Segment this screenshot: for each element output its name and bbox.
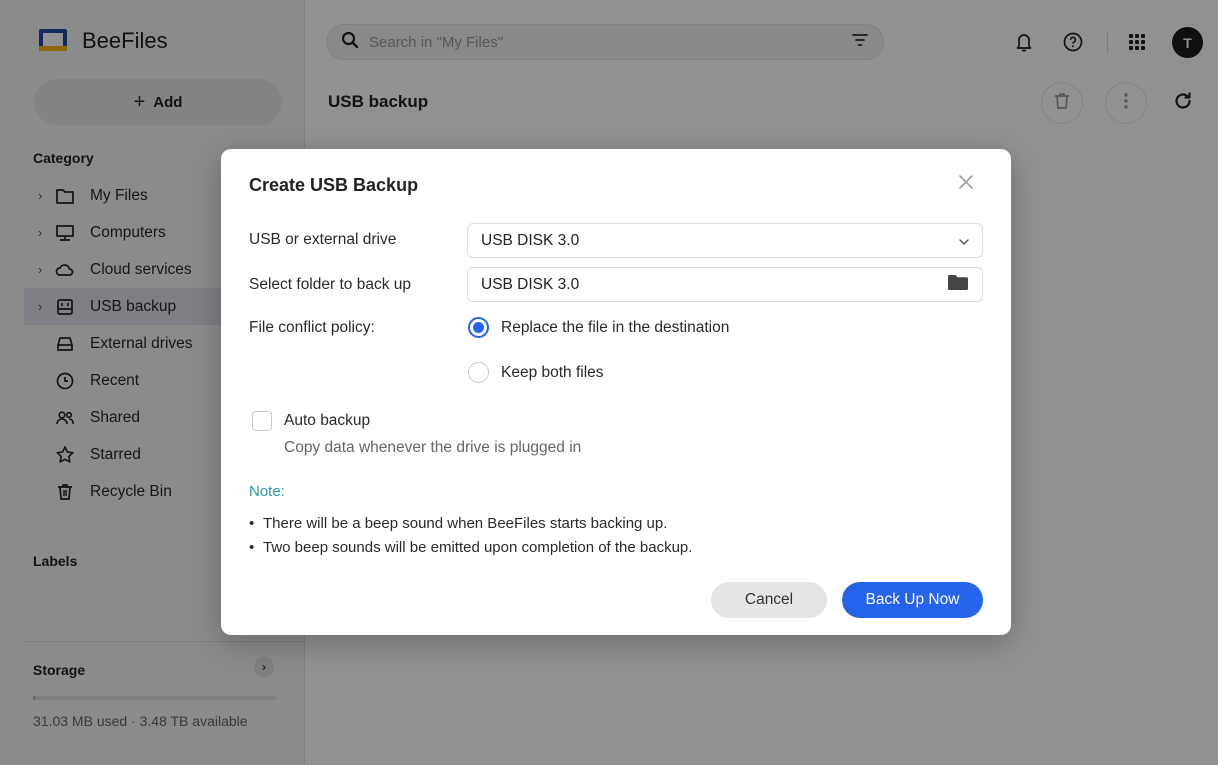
conflict-policy-label: File conflict policy:: [249, 319, 375, 336]
close-icon: [958, 174, 974, 194]
radio-replace-file[interactable]: Replace the file in the destination: [468, 317, 729, 338]
folder-field-value: USB DISK 3.0: [481, 275, 580, 293]
auto-backup-description: Copy data whenever the drive is plugged …: [284, 439, 582, 456]
radio-keep-both[interactable]: Keep both files: [468, 362, 604, 383]
list-item: Two beep sounds will be emitted upon com…: [249, 536, 692, 560]
drive-select[interactable]: USB DISK 3.0: [467, 223, 983, 258]
radio-label: Replace the file in the destination: [501, 318, 730, 336]
folder-field[interactable]: USB DISK 3.0: [467, 267, 983, 302]
dialog-title: Create USB Backup: [249, 175, 419, 195]
radio-dot: [473, 322, 484, 333]
radio-label: Keep both files: [501, 363, 604, 381]
radio-button-checked[interactable]: [468, 317, 489, 338]
note-heading: Note:: [249, 483, 285, 500]
list-item: There will be a beep sound when BeeFiles…: [249, 512, 692, 536]
auto-backup-label[interactable]: Auto backup: [284, 412, 370, 430]
drive-select-value: USB DISK 3.0: [481, 231, 580, 249]
folder-icon[interactable]: [947, 274, 969, 296]
drive-label: USB or external drive: [249, 231, 397, 248]
close-button[interactable]: [953, 171, 979, 197]
create-usb-backup-dialog: Create USB Backup USB or external drive …: [221, 149, 1011, 635]
note-list: There will be a beep sound when BeeFiles…: [249, 512, 692, 560]
back-up-now-button[interactable]: Back Up Now: [842, 582, 983, 618]
folder-label: Select folder to back up: [249, 276, 411, 293]
auto-backup-checkbox[interactable]: [252, 411, 272, 431]
cancel-button[interactable]: Cancel: [711, 582, 827, 618]
chevron-down-icon: [959, 232, 969, 250]
radio-button[interactable]: [468, 362, 489, 383]
